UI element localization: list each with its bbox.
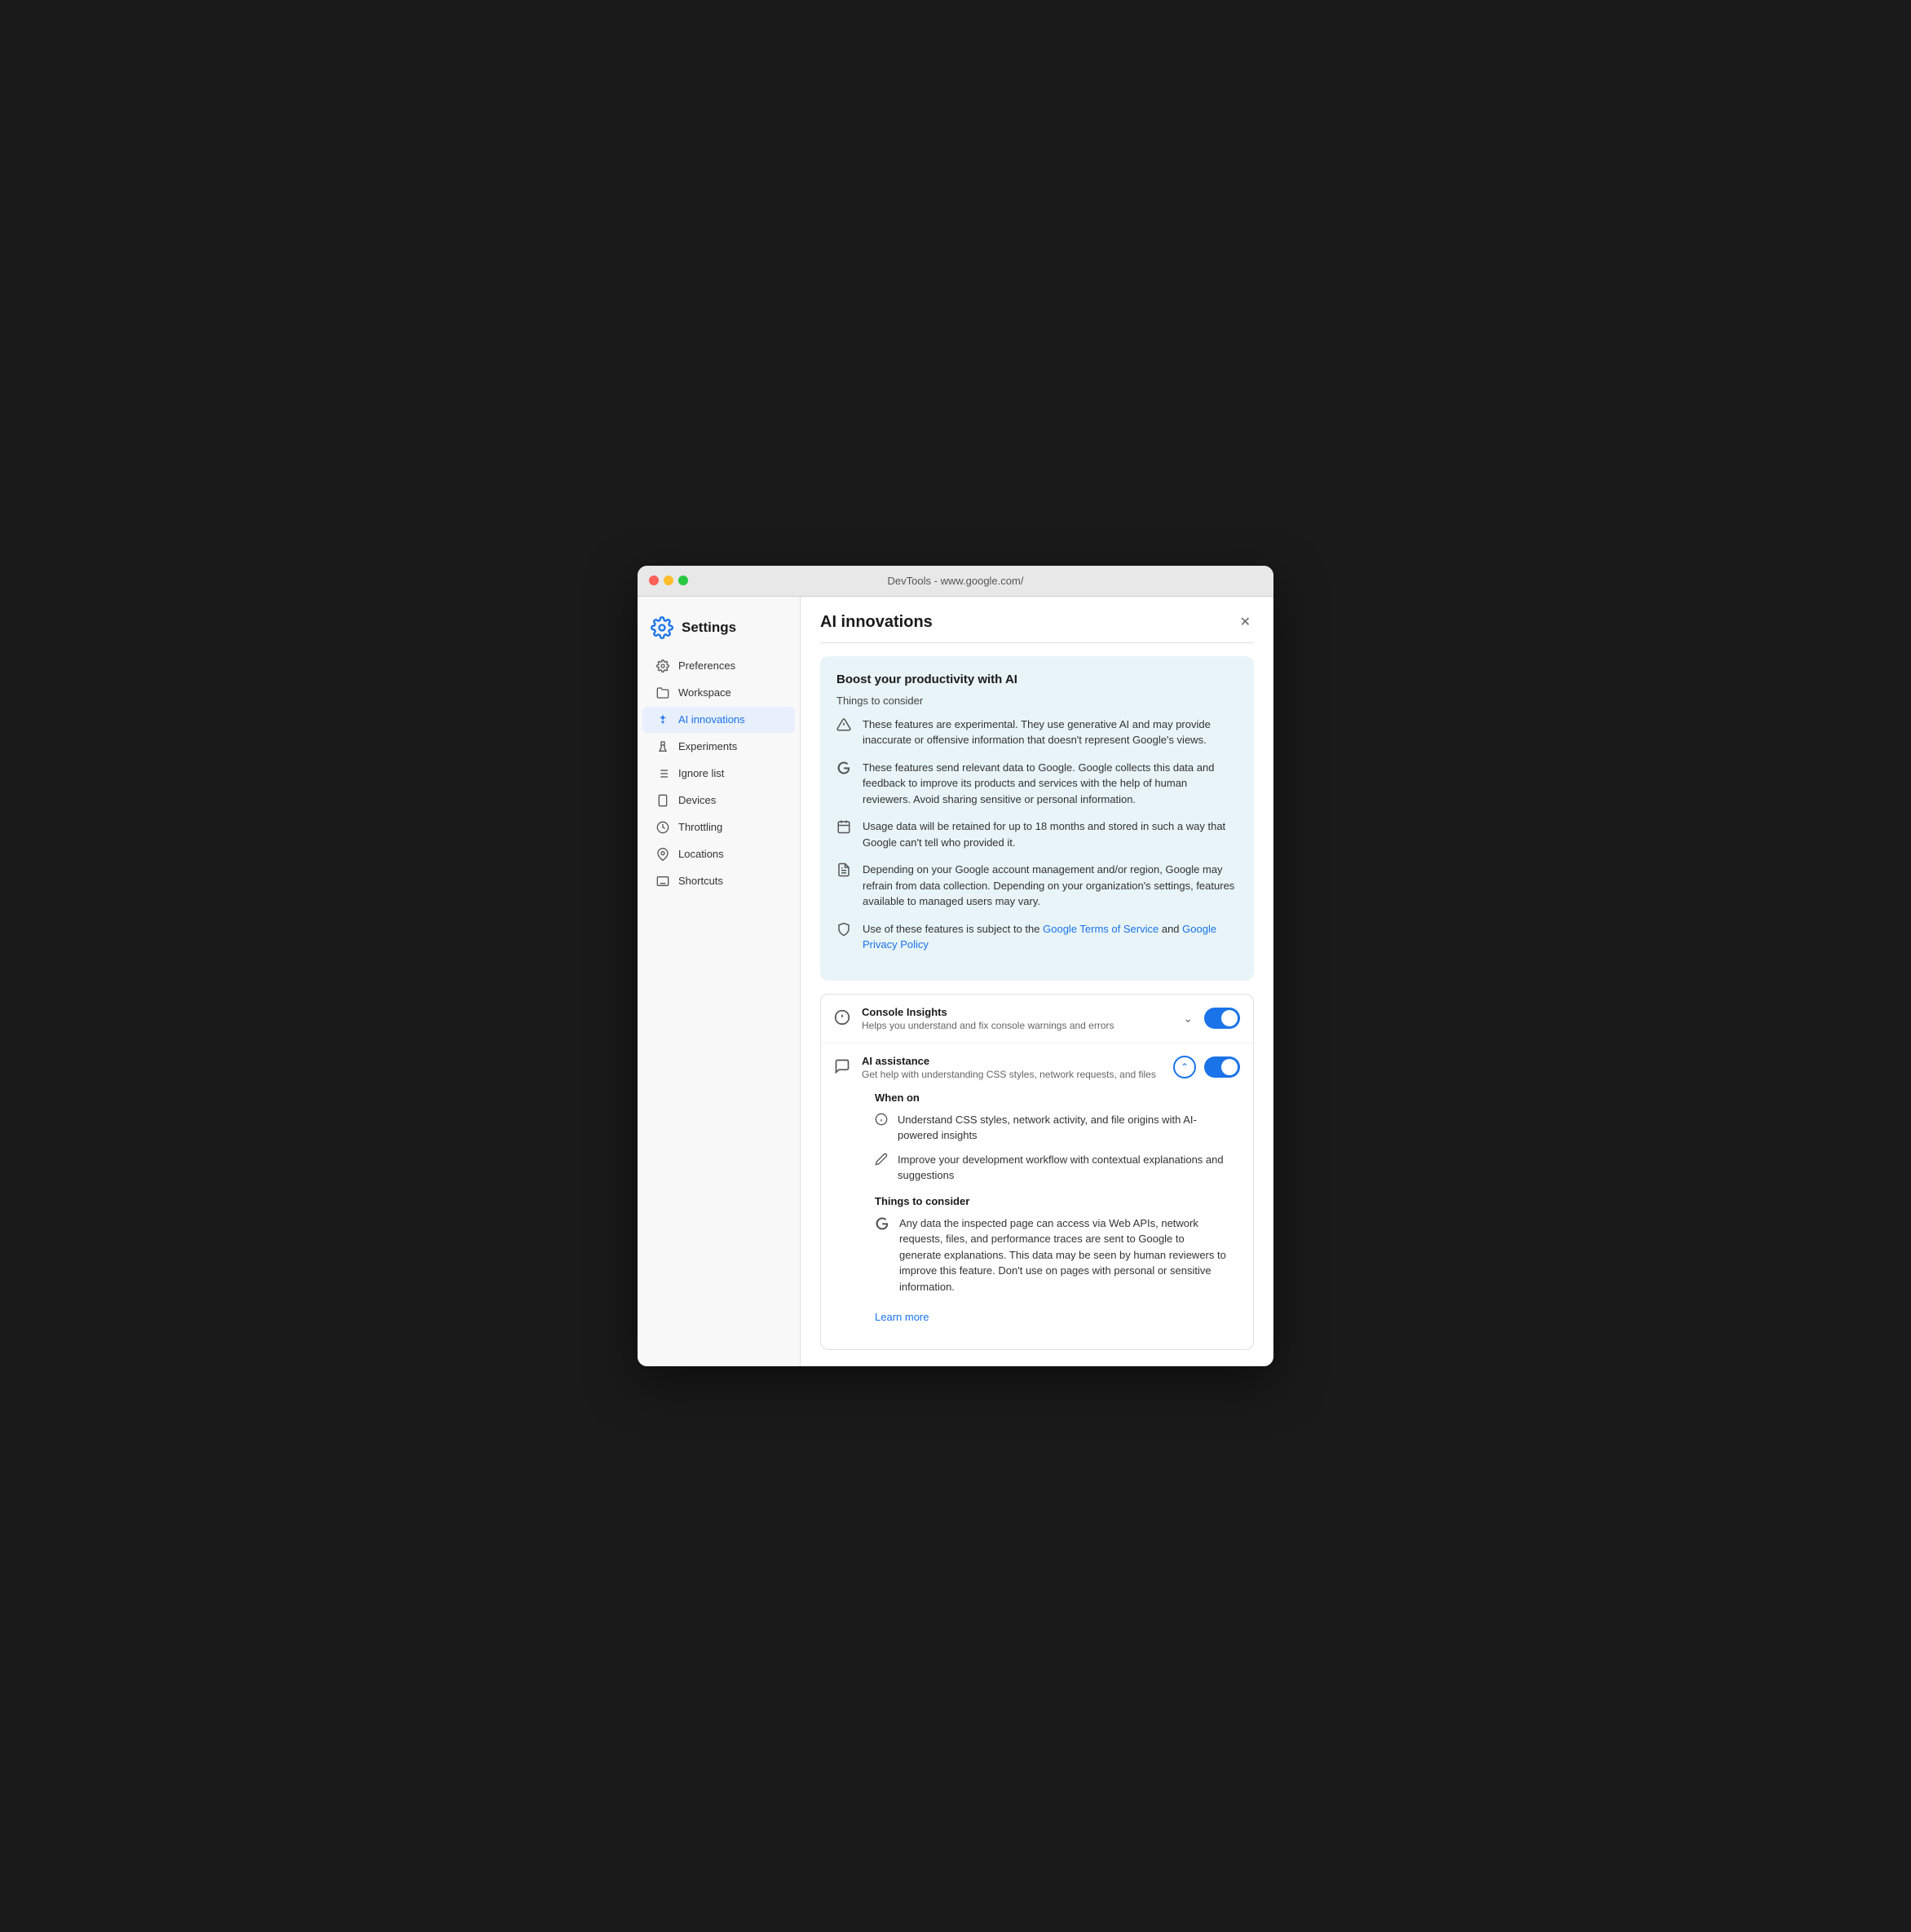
sidebar-label-locations: Locations — [678, 848, 724, 860]
console-insights-icon — [834, 1009, 852, 1027]
sidebar-item-workspace[interactable]: Workspace — [642, 680, 795, 706]
throttling-icon — [655, 820, 670, 835]
sidebar-item-ignore-list[interactable]: Ignore list — [642, 761, 795, 787]
console-insights-expand-button[interactable]: ⌄ — [1180, 1008, 1196, 1029]
feature-info-console-insights: Console Insights Helps you understand an… — [862, 1006, 1170, 1031]
info-card-subtitle: Things to consider — [836, 695, 1238, 707]
consideration-text-3: Usage data will be retained for up to 18… — [863, 818, 1238, 850]
when-on-text-1: Understand CSS styles, network activity,… — [898, 1112, 1227, 1144]
shortcuts-icon — [655, 874, 670, 889]
info-circle-icon — [875, 1113, 889, 1127]
ai-assistance-icon — [834, 1058, 852, 1076]
experiments-icon — [655, 739, 670, 754]
sidebar-label-ai-innovations: AI innovations — [678, 713, 745, 726]
settings-logo-icon — [651, 616, 673, 639]
feature-controls-console-insights: ⌄ — [1180, 1008, 1240, 1029]
workspace-icon — [655, 686, 670, 700]
feature-name-console-insights: Console Insights — [862, 1006, 1170, 1018]
sidebar: Settings Preferences Workspace — [638, 597, 801, 1367]
main-area: AI innovations ✕ Boost your productivity… — [801, 597, 1273, 1367]
preferences-icon — [655, 659, 670, 673]
sidebar-label-preferences: Preferences — [678, 659, 735, 672]
sidebar-item-throttling[interactable]: Throttling — [642, 814, 795, 840]
traffic-lights — [649, 576, 688, 585]
window-title: DevTools - www.google.com/ — [888, 575, 1024, 587]
sidebar-item-devices[interactable]: Devices — [642, 787, 795, 814]
consideration-text-5: Use of these features is subject to the … — [863, 921, 1238, 953]
feature-header-ai-assistance: AI assistance Get help with understandin… — [834, 1055, 1240, 1080]
sidebar-nav: Preferences Workspace AI innovations — [638, 653, 800, 894]
locations-icon — [655, 847, 670, 862]
sidebar-label-devices: Devices — [678, 794, 716, 806]
sidebar-item-preferences[interactable]: Preferences — [642, 653, 795, 679]
consideration-item-4: Depending on your Google account managem… — [836, 862, 1238, 910]
consideration-text-1: These features are experimental. They us… — [863, 717, 1238, 748]
consideration-item-3: Usage data will be retained for up to 18… — [836, 818, 1238, 850]
feature-header-console-insights: Console Insights Helps you understand an… — [834, 1006, 1240, 1031]
app-window: DevTools - www.google.com/ Settings Pref… — [638, 566, 1273, 1367]
sidebar-item-experiments[interactable]: Experiments — [642, 734, 795, 760]
learn-more-link[interactable]: Learn more — [875, 1311, 929, 1323]
shield-icon — [836, 922, 853, 938]
ai-assistance-collapse-button[interactable]: ⌃ — [1173, 1056, 1196, 1078]
things-text-1: Any data the inspected page can access v… — [899, 1215, 1227, 1295]
page-title: AI innovations — [820, 613, 933, 632]
console-insights-toggle[interactable] — [1204, 1008, 1240, 1029]
page-header: AI innovations ✕ — [820, 613, 1254, 643]
sidebar-item-shortcuts[interactable]: Shortcuts — [642, 868, 795, 894]
consideration-list: These features are experimental. They us… — [836, 717, 1238, 953]
sidebar-label-shortcuts: Shortcuts — [678, 875, 723, 887]
feature-info-ai-assistance: AI assistance Get help with understandin… — [862, 1055, 1163, 1080]
ai-assistance-toggle[interactable] — [1204, 1056, 1240, 1078]
info-card: Boost your productivity with AI Things t… — [820, 656, 1254, 981]
close-button[interactable]: ✕ — [1237, 613, 1254, 633]
ai-assistance-expanded: When on Understand CSS styles, network a… — [834, 1092, 1240, 1339]
when-on-text-2: Improve your development workflow with c… — [898, 1152, 1227, 1184]
close-window-button[interactable] — [649, 576, 659, 585]
consideration-item-2: These features send relevant data to Goo… — [836, 760, 1238, 808]
titlebar: DevTools - www.google.com/ — [638, 566, 1273, 597]
ai-innovations-icon — [655, 712, 670, 727]
consideration-item-5: Use of these features is subject to the … — [836, 921, 1238, 953]
sidebar-item-locations[interactable]: Locations — [642, 841, 795, 867]
devices-icon — [655, 793, 670, 808]
main-content: Settings Preferences Workspace — [638, 597, 1273, 1367]
minimize-window-button[interactable] — [664, 576, 673, 585]
doc-icon — [836, 862, 853, 879]
consideration-text-4: Depending on your Google account managem… — [863, 862, 1238, 910]
sidebar-title: Settings — [682, 620, 736, 636]
google-icon-2 — [875, 1216, 891, 1233]
when-on-item-2: Improve your development workflow with c… — [875, 1152, 1227, 1184]
sidebar-label-ignore-list: Ignore list — [678, 767, 724, 779]
when-on-list: Understand CSS styles, network activity,… — [875, 1112, 1227, 1184]
sidebar-label-experiments: Experiments — [678, 740, 737, 752]
calendar-icon — [836, 819, 853, 836]
feature-console-insights: Console Insights Helps you understand an… — [821, 995, 1253, 1043]
when-on-title: When on — [875, 1092, 1227, 1104]
ignore-list-icon — [655, 766, 670, 781]
pen-icon — [875, 1153, 889, 1167]
privacy-policy-link[interactable]: Google Privacy Policy — [863, 923, 1216, 951]
maximize-window-button[interactable] — [678, 576, 688, 585]
terms-of-service-link[interactable]: Google Terms of Service — [1043, 923, 1159, 935]
warning-icon — [836, 717, 853, 734]
feature-name-ai-assistance: AI assistance — [862, 1055, 1163, 1067]
info-card-title: Boost your productivity with AI — [836, 673, 1238, 686]
feature-controls-ai-assistance: ⌃ — [1173, 1056, 1240, 1078]
features-card: Console Insights Helps you understand an… — [820, 994, 1254, 1351]
consideration-text-2: These features send relevant data to Goo… — [863, 760, 1238, 808]
consideration-item-1: These features are experimental. They us… — [836, 717, 1238, 748]
feature-desc-console-insights: Helps you understand and fix console war… — [862, 1020, 1170, 1031]
feature-desc-ai-assistance: Get help with understanding CSS styles, … — [862, 1069, 1163, 1080]
feature-ai-assistance: AI assistance Get help with understandin… — [821, 1043, 1253, 1350]
sidebar-header: Settings — [638, 610, 800, 652]
things-item-1: Any data the inspected page can access v… — [875, 1215, 1227, 1295]
sidebar-label-throttling: Throttling — [678, 821, 722, 833]
things-to-consider-title: Things to consider — [875, 1195, 1227, 1207]
sidebar-item-ai-innovations[interactable]: AI innovations — [642, 707, 795, 733]
sidebar-label-workspace: Workspace — [678, 686, 731, 699]
google-icon-1 — [836, 761, 853, 777]
when-on-item-1: Understand CSS styles, network activity,… — [875, 1112, 1227, 1144]
